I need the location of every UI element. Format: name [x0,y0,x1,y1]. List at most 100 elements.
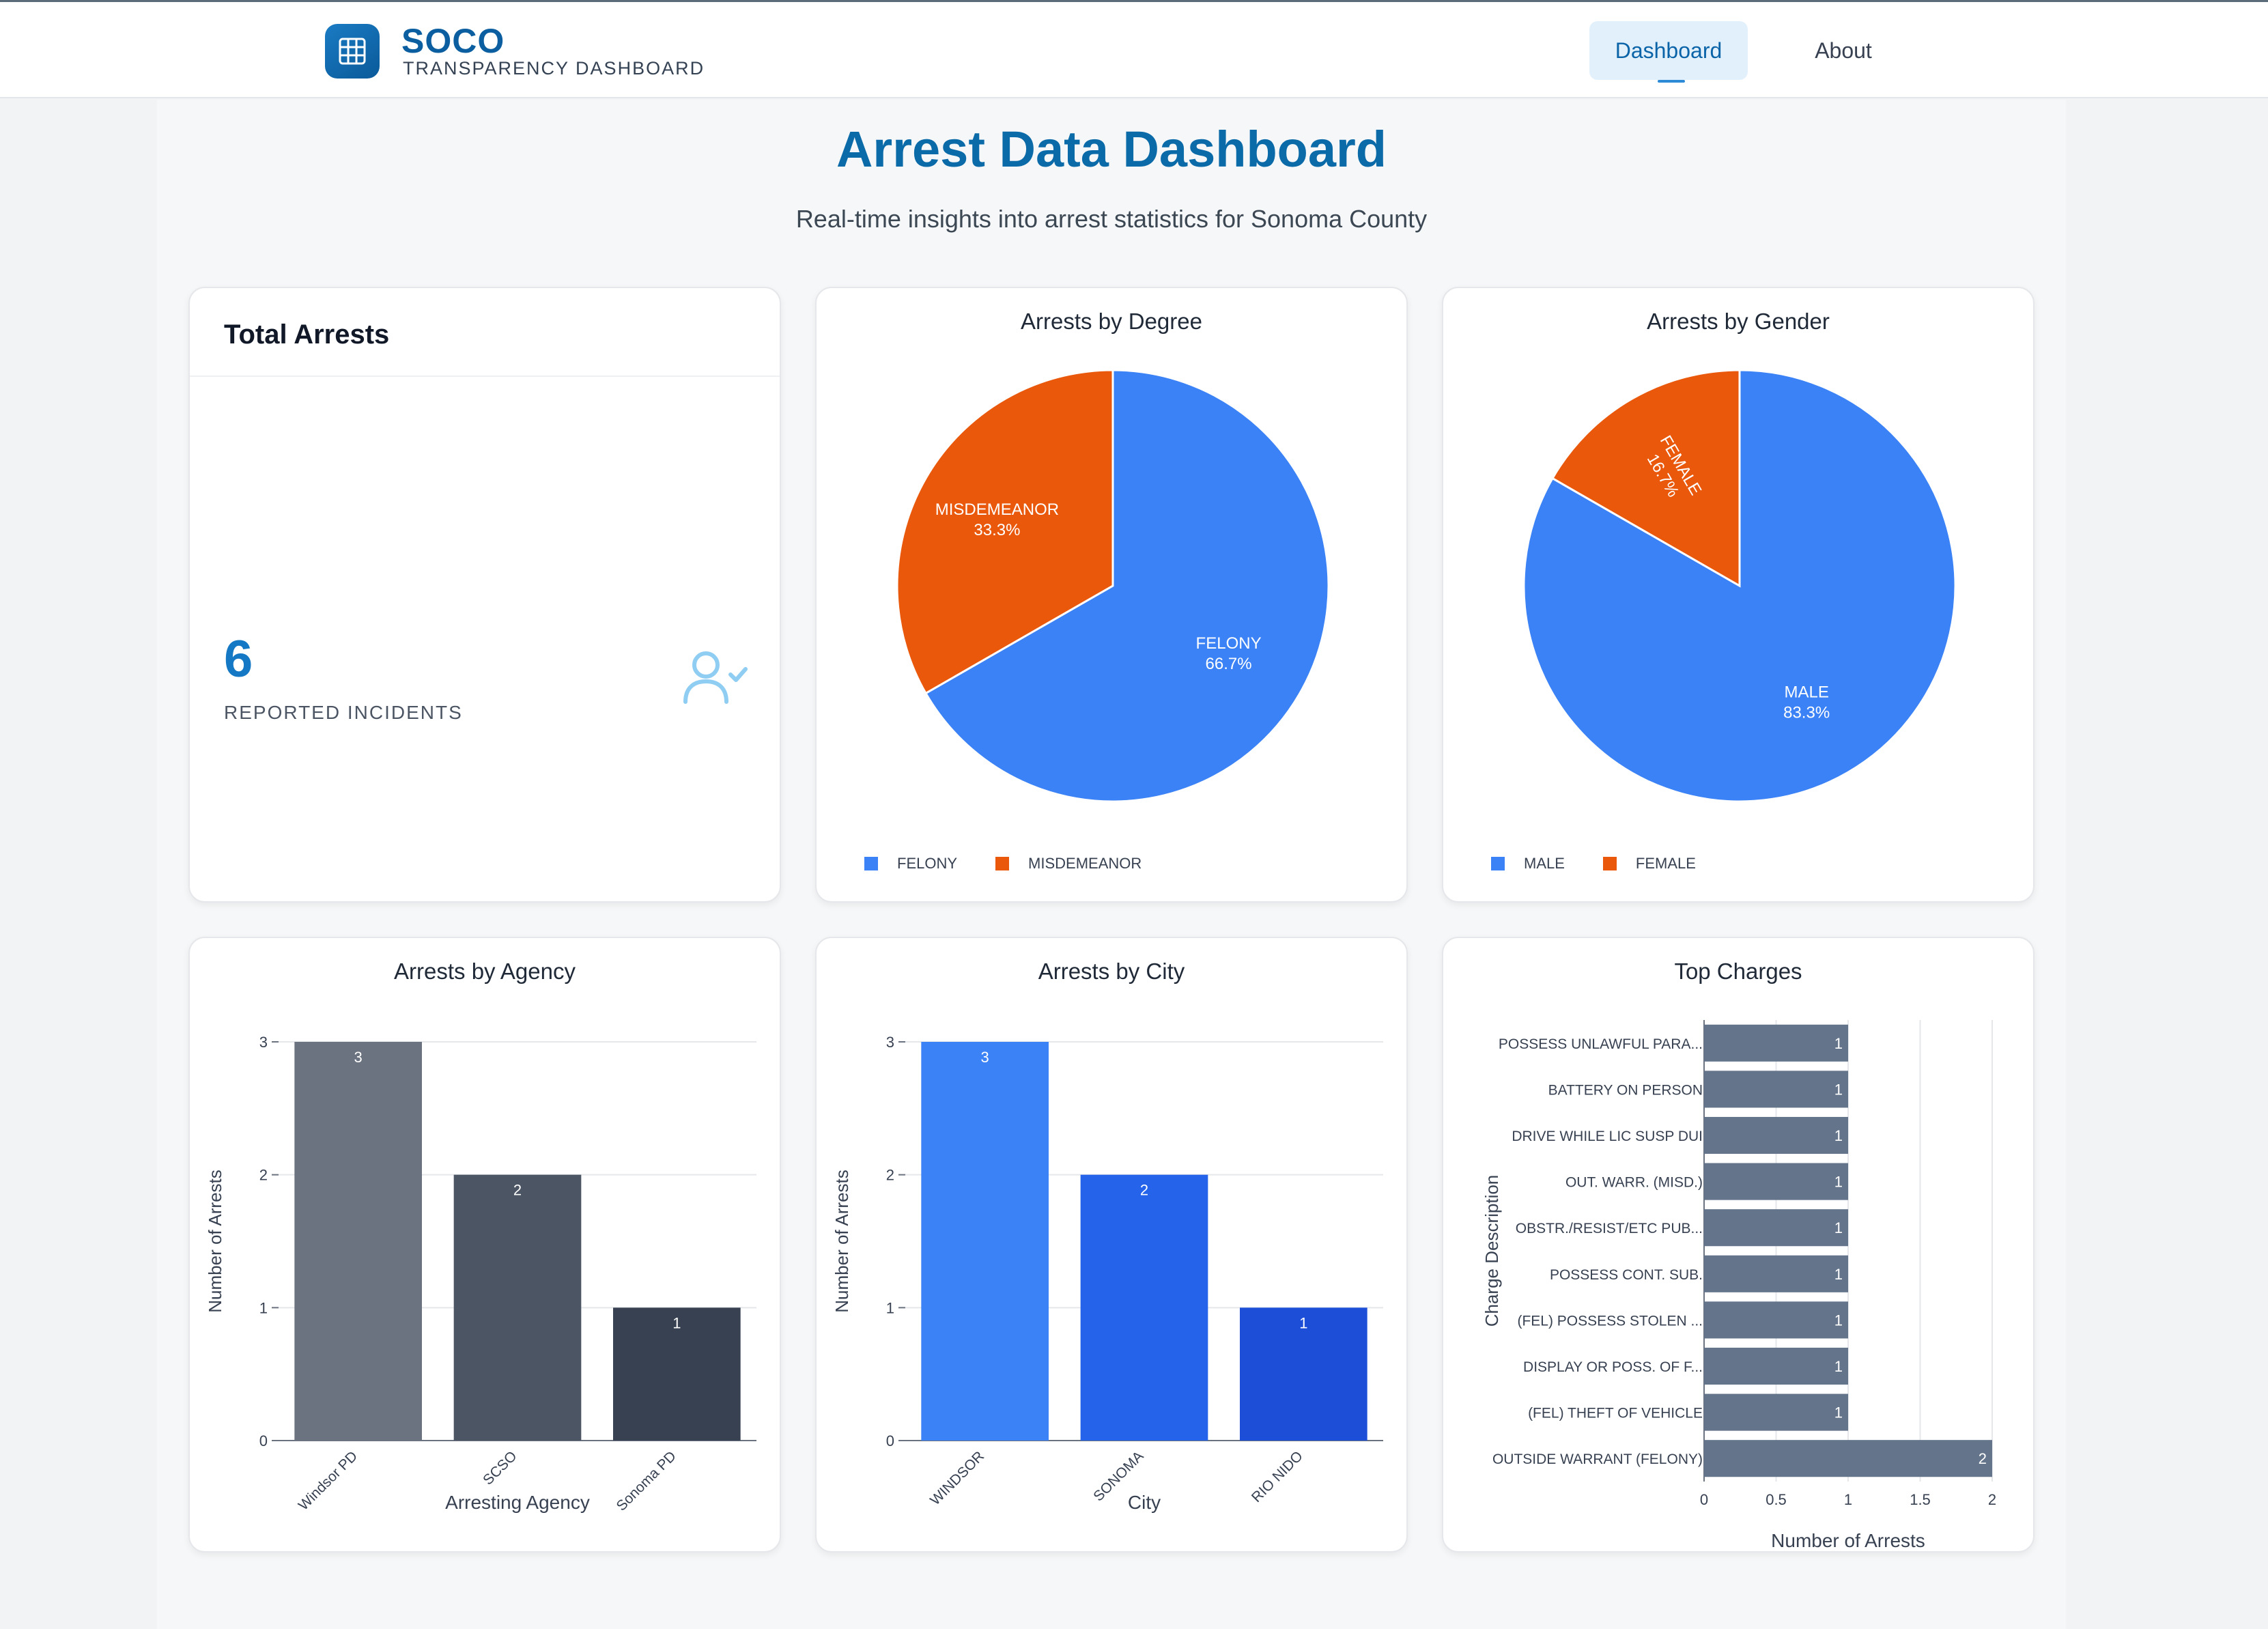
y-tick-label: DRIVE WHILE LIC SUSP DUI [1512,1129,1703,1144]
city-bar-chart: 01233WINDSOR2SONOMA1RIO NIDOCityNumber o… [832,1034,1383,1513]
pie-slice-name: MALE [1784,683,1828,702]
y-tick-label: BATTERY ON PERSON [1548,1082,1703,1098]
bar-value-label: 1 [672,1314,681,1331]
bar [1704,1393,1848,1431]
bar-value-label: 3 [981,1049,989,1066]
x-tick-label: Windsor PD [296,1448,360,1513]
bar-value-label: 2 [513,1182,522,1199]
y-axis-label: Number of Arrests [205,1170,225,1313]
gender-legend: MALE FEMALE [1491,855,1734,873]
y-tick-label: POSSESS UNLAWFUL PARA... [1499,1036,1703,1052]
gender-pie-chart: MALE83.3%FEMALE16.7% [1522,369,1957,803]
y-axis-label: Number of Arrests [832,1170,852,1313]
degree-chart-card: Arrests by Degree FELONY 66.7% MISDEMEANOR… [815,287,1408,903]
bar-value-label: 1 [1834,1404,1843,1421]
gender-chart-card: Arrests by Gender MALE 83.3% FEMALE 16.7% M… [1442,287,2035,903]
legend-swatch-felony [864,857,878,870]
bar-value-label: 1 [1299,1314,1307,1331]
bar-value-label: 1 [1834,1035,1843,1052]
nav-dashboard-link[interactable]: Dashboard [1589,21,1748,80]
bar-value-label: 3 [354,1049,363,1066]
total-arrests-card: Total Arrests 6 REPORTED INCIDENTS [188,287,781,903]
y-tick-label: 0 [886,1432,894,1449]
y-tick-label: 3 [886,1034,894,1051]
x-tick-label: 1.5 [1910,1491,1931,1508]
top-charges-bar-chart: 0 0.5 1 1.5 2 1 POSSESS UNLAWFUL PARA... 1 BATTE… [1482,1020,1996,1551]
total-arrests-title: Total Arrests [224,320,390,350]
y-tick-label: (FEL) POSSESS STOLEN ... [1517,1313,1703,1329]
total-arrests-value: 6 [224,630,253,688]
city-chart-card: Arrests by City 0 1 2 3 3 WINDSOR 2 SONOMA 1 RIO … [815,937,1408,1553]
bar [453,1174,582,1441]
legend-swatch-misdemeanor [995,857,1010,870]
bar-value-label: 2 [1140,1182,1148,1199]
legend-swatch-male [1491,857,1505,870]
y-tick-label: OUTSIDE WARRANT (FELONY) [1492,1451,1703,1467]
degree-legend: FELONY MISDEMEANOR [864,855,1180,873]
y-tick-label: POSSESS CONT. SUB. [1550,1267,1703,1283]
x-tick-label: 0.5 [1766,1491,1787,1508]
bar [1704,1024,1848,1062]
pie-slice-name: FELONY [1196,634,1262,653]
y-tick-label: (FEL) THEFT OF VEHICLE [1528,1406,1703,1421]
user-check-icon [683,651,748,704]
total-arrests-label: REPORTED INCIDENTS [224,702,463,723]
bar [1704,1071,1848,1108]
agency-bar-chart: 0 1 2 3 3 Windsor PD 2 SCSO 1 Sonoma PD Arresting … [205,1034,756,1514]
x-tick-label: 2 [1988,1491,1996,1508]
bar [1704,1347,1848,1385]
bar [1704,1209,1848,1247]
x-tick-label: RIO NIDO [1249,1448,1306,1505]
brand-subtitle: TRANSPARENCY DASHBOARD [403,58,705,79]
top-navbar: SOCO TRANSPARENCY DASHBOARD Dashboard Ab… [0,0,2268,98]
legend-label-misdemeanor: MISDEMEANOR [1028,855,1142,872]
legend-swatch-female [1602,857,1617,870]
y-tick-label: OBSTR./RESIST/ETC PUB... [1516,1221,1703,1236]
x-tick-label: SCSO [480,1448,520,1488]
page-subtitle: Real-time insights into arrest statistic… [795,205,1428,233]
legend-label-felony: FELONY [897,855,958,872]
brand-title[interactable]: SOCO [401,21,505,61]
bar [1704,1440,1992,1477]
bar-value-label: 1 [1834,1219,1843,1236]
legend-label-male: MALE [1524,855,1565,872]
bar-value-label: 1 [1834,1358,1843,1375]
degree-pie-chart: FELONY 66.7% MISDEMEANOR 33.3% [896,369,1330,803]
y-tick-label: OUT. WARR. (MISD.) [1565,1175,1703,1191]
page-title: Arrest Data Dashboard [836,121,1387,178]
bar [1704,1163,1848,1200]
x-tick-label: 1 [1844,1491,1852,1508]
y-tick-label: 1 [886,1299,894,1316]
y-tick-label: 2 [259,1167,268,1184]
bar-value-label: 1 [1834,1127,1843,1144]
bar [921,1042,1049,1441]
bar-value-label: 1 [1834,1174,1843,1191]
x-axis-label: Arresting Agency [445,1492,590,1513]
agency-chart-card: Arrests by Agency 0 1 2 3 3 Windsor PD 2 SCSO 1 S… [188,937,781,1553]
bar [1080,1174,1208,1441]
grid-icon[interactable] [325,24,380,79]
bar [294,1042,422,1441]
y-tick-label: 1 [259,1299,268,1316]
x-tick-label: Sonoma PD [614,1448,679,1514]
y-tick-label: 3 [259,1034,268,1051]
bar-value-label: 2 [1979,1450,1987,1467]
nav-about-link[interactable]: About [1789,21,1898,80]
bar-value-label: 1 [1834,1081,1843,1098]
bar [1704,1116,1848,1155]
bar [1704,1255,1848,1292]
x-tick-label: 0 [1700,1491,1708,1508]
bar [1704,1301,1848,1339]
pie-slice-percent: 66.7% [1206,655,1252,673]
y-axis-label: Charge Description [1482,1175,1502,1327]
bar-value-label: 1 [1834,1266,1843,1283]
pie-slice-percent: 33.3% [974,521,1020,539]
pie-slice-percent: 83.3% [1783,704,1830,722]
legend-label-female: FEMALE [1635,855,1696,872]
nav-active-indicator [1658,80,1685,83]
x-axis-label: City [1128,1492,1161,1513]
y-tick-label: 2 [886,1167,894,1184]
card-divider [190,376,780,377]
top-charges-card: Top Charges 0 0.5 1 1.5 2 1 POSSESS UNLAWFUL P… [1442,937,2035,1553]
y-tick-label: DISPLAY OR POSS. OF F... [1523,1359,1703,1375]
